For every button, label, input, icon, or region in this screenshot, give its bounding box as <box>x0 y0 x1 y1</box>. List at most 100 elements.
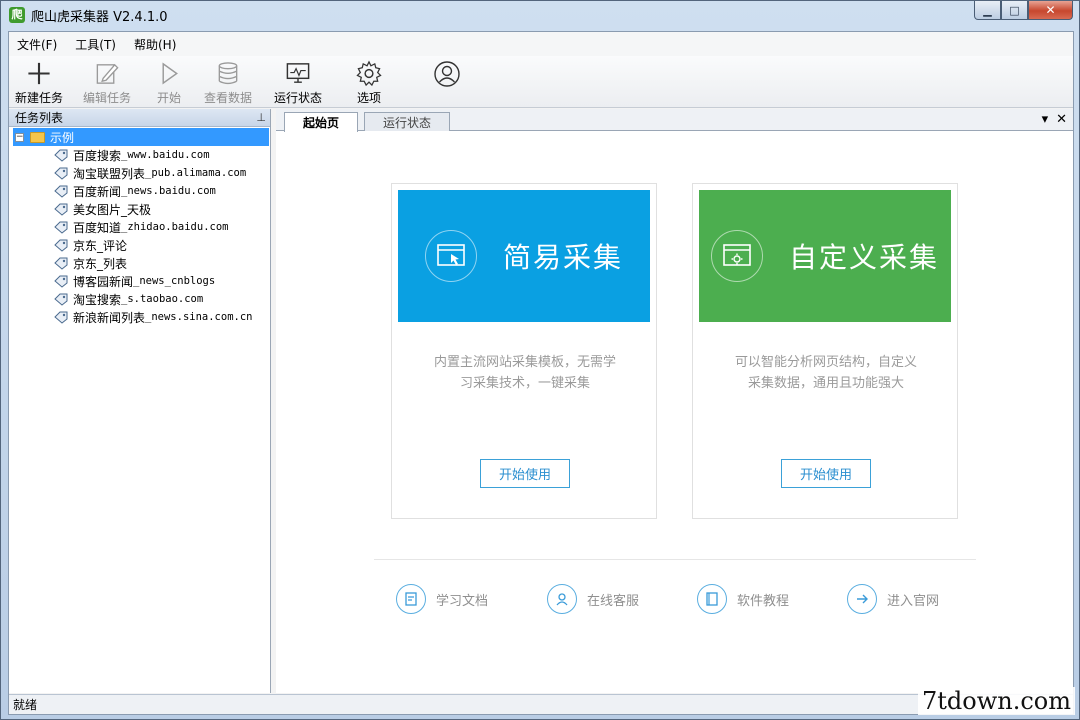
task-item[interactable]: 百度新闻 _news.baidu.com <box>9 182 270 200</box>
custom-desc-line2: 采集数据，通用且功能强大 <box>747 376 904 391</box>
task-item-url: _news.baidu.com <box>121 185 216 197</box>
collapse-icon[interactable]: − <box>15 132 24 142</box>
menu-bar: 文件(F) 工具(T) 帮助(H) <box>9 32 1073 56</box>
task-item[interactable]: 新浪新闻列表 _news.sina.com.cn <box>9 308 270 326</box>
task-tag-icon <box>54 293 68 306</box>
close-button[interactable]: ✕ <box>1028 1 1073 20</box>
task-tag-icon <box>54 221 68 234</box>
task-item-name: 百度知道 <box>73 220 122 235</box>
task-item-url: _news.sina.com.cn <box>145 311 253 323</box>
simple-collect-card: 简易采集 内置主流网站采集模板，无需学 习采集技术，一键采集 开始使用 <box>391 183 657 519</box>
task-tag-icon <box>54 149 68 162</box>
task-item-name: 百度新闻 <box>73 184 122 199</box>
view-data-button[interactable]: 查看数据 <box>204 60 252 106</box>
toolbar: 新建任务 编辑任务 开始 查看数据 运行状态 选项 <box>9 56 1073 528</box>
task-item-name: 京东_评论 <box>73 238 128 253</box>
task-item[interactable]: 百度知道 _zhidao.baidu.com <box>9 218 270 236</box>
tutorial-link-label: 软件教程 <box>737 593 790 609</box>
custom-collect-banner[interactable]: 自定义采集 <box>699 190 951 322</box>
tutorial-link[interactable]: 软件教程 <box>697 584 789 614</box>
app-window: 爬 爬山虎采集器 V2.4.1.0 ▁ □ ✕ 文件(F) 工具(T) 帮助(H… <box>0 0 1080 720</box>
run-status-button[interactable]: 运行状态 <box>274 60 322 106</box>
maximize-button[interactable]: □ <box>1001 1 1028 20</box>
tab-dropdown-icon[interactable]: ▾ <box>1042 112 1049 127</box>
simple-collect-banner[interactable]: 简易采集 <box>398 190 650 322</box>
task-item-url: _www.baidu.com <box>121 149 210 161</box>
section-divider <box>374 559 976 560</box>
custom-start-button[interactable]: 开始使用 <box>781 459 871 488</box>
plus-icon <box>28 62 50 85</box>
simple-start-button[interactable]: 开始使用 <box>480 459 570 488</box>
gear-icon <box>356 60 382 87</box>
start-button[interactable]: 开始 <box>155 60 183 106</box>
document-icon <box>396 584 426 614</box>
task-item-name: 美女图片_天极 <box>73 202 152 217</box>
task-item[interactable]: 京东_评论 <box>9 236 270 254</box>
folder-label: 示例 <box>50 130 75 145</box>
tab-strip: 起始页 运行状态 ▾ ✕ <box>276 109 1073 132</box>
content-panel: 起始页 运行状态 ▾ ✕ 简易采集 内置主流网站采集模板，无需学 习采集技术，一… <box>276 109 1073 693</box>
task-list-panel: 任务列表 ⊥ − 示例 百度搜索 _www.baidu.com 淘宝联盟列表 _pub… <box>9 109 271 693</box>
minimize-button[interactable]: ▁ <box>974 1 1001 20</box>
custom-collect-icon <box>710 230 763 282</box>
simple-desc-line1: 内置主流网站采集模板，无需学 <box>433 355 616 370</box>
task-item[interactable]: 京东_列表 <box>9 254 270 272</box>
support-link[interactable]: 在线客服 <box>547 584 639 614</box>
task-item[interactable]: 美女图片_天极 <box>9 200 270 218</box>
tab-close-icon[interactable]: ✕ <box>1056 112 1067 127</box>
task-tag-icon <box>54 311 68 324</box>
task-item-name: 京东_列表 <box>73 256 128 271</box>
task-item[interactable]: 淘宝搜索 _s.taobao.com <box>9 290 270 308</box>
task-item-url: _zhidao.baidu.com <box>121 221 229 233</box>
tab-run-status-label: 运行状态 <box>383 115 432 130</box>
task-item-url: _pub.alimama.com <box>145 167 247 179</box>
task-item-name: 新浪新闻列表 <box>73 310 146 325</box>
task-tag-icon <box>54 167 68 180</box>
task-item[interactable]: 百度搜索 _www.baidu.com <box>9 146 270 164</box>
custom-collect-card: 自定义采集 可以智能分析网页结构，自定义 采集数据，通用且功能强大 开始使用 <box>692 183 958 519</box>
simple-desc-line2: 习采集技术，一键采集 <box>459 376 590 391</box>
menu-tools[interactable]: 工具(T) <box>75 36 116 53</box>
arrow-right-icon <box>847 584 877 614</box>
tab-start-page[interactable]: 起始页 <box>284 112 359 132</box>
task-tag-icon <box>54 257 68 270</box>
user-account-button[interactable]: 13059764961 <box>405 60 489 528</box>
monitor-icon <box>286 63 310 83</box>
window-title: 爬山虎采集器 V2.4.1.0 <box>31 9 168 25</box>
menu-file[interactable]: 文件(F) <box>17 36 57 53</box>
new-task-button[interactable]: 新建任务 <box>15 60 63 106</box>
custom-collect-title: 自定义采集 <box>788 241 939 274</box>
tree-folder-examples[interactable]: − 示例 <box>13 128 269 146</box>
docs-link-label: 学习文档 <box>436 593 489 609</box>
tab-run-status[interactable]: 运行状态 <box>364 112 451 131</box>
tab-tools: ▾ ✕ <box>1042 112 1067 127</box>
edit-task-button[interactable]: 编辑任务 <box>83 60 131 106</box>
simple-collect-title: 简易采集 <box>502 241 623 274</box>
folder-icon <box>30 131 45 143</box>
task-item-url: _news_cnblogs <box>133 275 216 287</box>
task-item-url: _s.taobao.com <box>121 293 204 305</box>
window-controls: ▁ □ ✕ <box>974 1 1073 20</box>
options-button[interactable]: 选项 <box>355 60 383 106</box>
task-item[interactable]: 博客园新闻 _news_cnblogs <box>9 272 270 290</box>
task-list-header: 任务列表 ⊥ <box>9 109 270 127</box>
task-tag-icon <box>54 203 68 216</box>
app-logo-icon: 爬 <box>9 7 25 23</box>
docs-link[interactable]: 学习文档 <box>396 584 488 614</box>
menu-help[interactable]: 帮助(H) <box>134 36 176 53</box>
pin-icon[interactable]: ⊥ <box>256 111 266 124</box>
client-area: 文件(F) 工具(T) 帮助(H) 新建任务 编辑任务 开始 查看数据 运行状态… <box>8 31 1074 715</box>
start-label: 开始 <box>156 91 181 105</box>
user-icon <box>434 61 460 87</box>
watermark: 7tdown.com <box>917 687 1075 715</box>
status-bar: 就绪 <box>9 694 1073 714</box>
task-list-title: 任务列表 <box>15 111 64 125</box>
book-icon <box>697 584 727 614</box>
new-task-label: 新建任务 <box>15 91 64 105</box>
simple-collect-description: 内置主流网站采集模板，无需学 习采集技术，一键采集 <box>412 352 638 394</box>
simple-collect-icon <box>424 230 477 282</box>
tab-start-page-label: 起始页 <box>303 116 340 130</box>
task-item[interactable]: 淘宝联盟列表 _pub.alimama.com <box>9 164 270 182</box>
website-link[interactable]: 进入官网 <box>847 584 939 614</box>
support-link-label: 在线客服 <box>587 593 640 609</box>
